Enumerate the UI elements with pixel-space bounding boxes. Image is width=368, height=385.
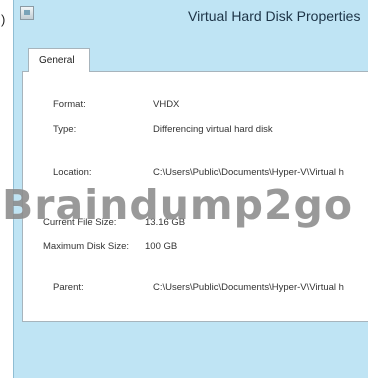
max-size-value: 100 GB <box>145 241 178 252</box>
question-number-fragment: ) <box>1 12 6 27</box>
window-bottom-edge <box>13 378 368 385</box>
type-value: Differencing virtual hard disk <box>153 124 273 135</box>
max-size-label: Maximum Disk Size: <box>43 241 130 252</box>
virtual-disk-icon <box>20 6 34 20</box>
properties-window: Virtual Hard Disk Properties General For… <box>13 0 368 378</box>
tab-general[interactable]: General <box>28 48 90 72</box>
type-label: Type: <box>53 124 77 135</box>
parent-value: C:\Users\Public\Documents\Hyper-V\Virtua… <box>153 282 344 293</box>
format-label: Format: <box>53 99 86 110</box>
file-size-label: Current File Size: <box>43 217 117 228</box>
parent-label: Parent: <box>53 282 84 293</box>
window-title: Virtual Hard Disk Properties <box>188 8 361 24</box>
file-size-value: 13.16 GB <box>145 217 186 228</box>
title-bar[interactable]: Virtual Hard Disk Properties <box>14 0 368 40</box>
location-value: C:\Users\Public\Documents\Hyper-V\Virtua… <box>153 167 344 178</box>
general-panel: Format: VHDX Type: Differencing virtual … <box>22 71 368 322</box>
location-label: Location: <box>53 167 92 178</box>
format-value: VHDX <box>153 99 180 110</box>
